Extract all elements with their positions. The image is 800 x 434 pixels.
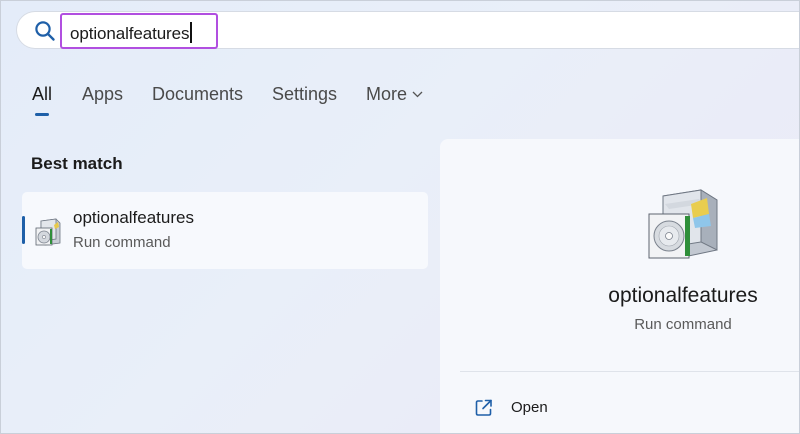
best-match-result[interactable] — [22, 192, 428, 269]
windows-features-box-icon — [35, 218, 61, 246]
tab-more-label: More — [366, 84, 408, 104]
text-caret — [190, 22, 192, 43]
selection-indicator — [22, 216, 25, 244]
search-icon — [35, 21, 55, 41]
result-title: optionalfeatures — [73, 208, 194, 227]
best-match-heading: Best match — [31, 154, 123, 173]
search-input-highlight[interactable]: optionalfeatures — [60, 13, 218, 49]
open-action-label: Open — [511, 399, 548, 416]
result-subtitle: Run command — [73, 234, 171, 251]
divider — [460, 371, 800, 372]
tab-all[interactable]: All — [32, 84, 52, 105]
search-input[interactable]: optionalfeatures — [70, 22, 192, 44]
active-tab-indicator — [35, 113, 49, 116]
tab-apps[interactable]: Apps — [82, 84, 123, 105]
detail-subtitle: Run command — [634, 316, 732, 333]
open-external-icon — [475, 399, 492, 416]
windows-features-box-icon — [648, 189, 718, 259]
tab-settings[interactable]: Settings — [272, 84, 337, 105]
chevron-down-icon — [412, 91, 423, 98]
tab-more[interactable]: More — [366, 84, 423, 105]
tab-documents[interactable]: Documents — [152, 84, 243, 105]
detail-title: optionalfeatures — [608, 284, 758, 307]
